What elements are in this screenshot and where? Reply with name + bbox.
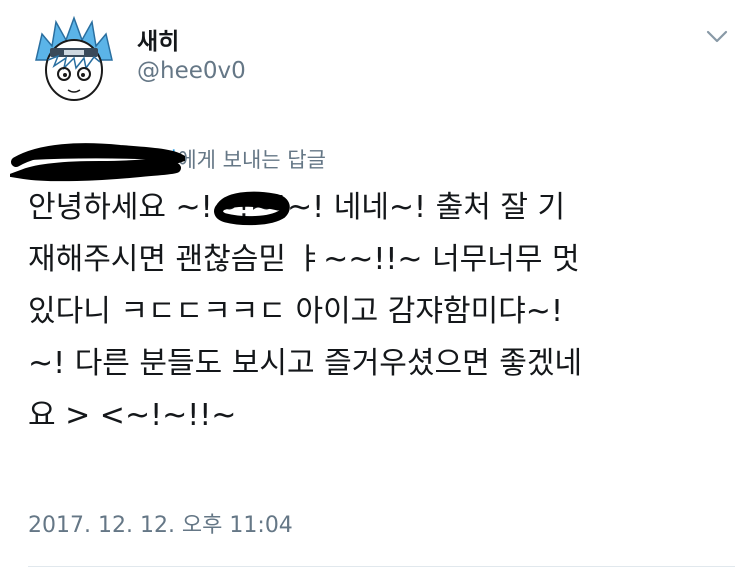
chevron-down-icon [706,30,728,43]
tweet-line: 있다니 ㅋㄷㄷㅋㅋㄷ 아이고 감쟈함미댜~! [28,294,563,329]
divider [28,566,735,567]
display-name[interactable]: 새히 [137,22,179,56]
tweet-timestamp[interactable]: 2017. 12. 12. 오후 11:04 [28,507,293,539]
tweet-menu-button[interactable] [704,26,730,46]
reply-mention-link[interactable]: 님 [158,148,177,172]
replying-to: 님에게 보내는 답글 [28,144,326,174]
tweet-line: 요 > <~!~!!~ [28,398,237,433]
tweet-line: ~! 다른 분들도 보시고 즐거우셨으면 좋겠네 [28,346,583,381]
user-handle[interactable]: @hee0v0 [137,58,246,84]
avatar-cartoon-icon [35,15,113,101]
tweet-line: 안녕하세요 ~!~!~!~! 네네~! 출처 잘 기 [28,190,566,225]
reply-label: 에게 보내는 답글 [177,148,326,172]
tweet-text: 안녕하세요 ~!~!~!~! 네네~! 출처 잘 기 재해주시면 괜찮슴믿 ㅑ~… [28,182,728,442]
avatar[interactable] [28,14,120,106]
tweet-line: 재해주시면 괜찮슴믿 ㅑ~~!!~ 너무너무 멋 [28,242,580,277]
